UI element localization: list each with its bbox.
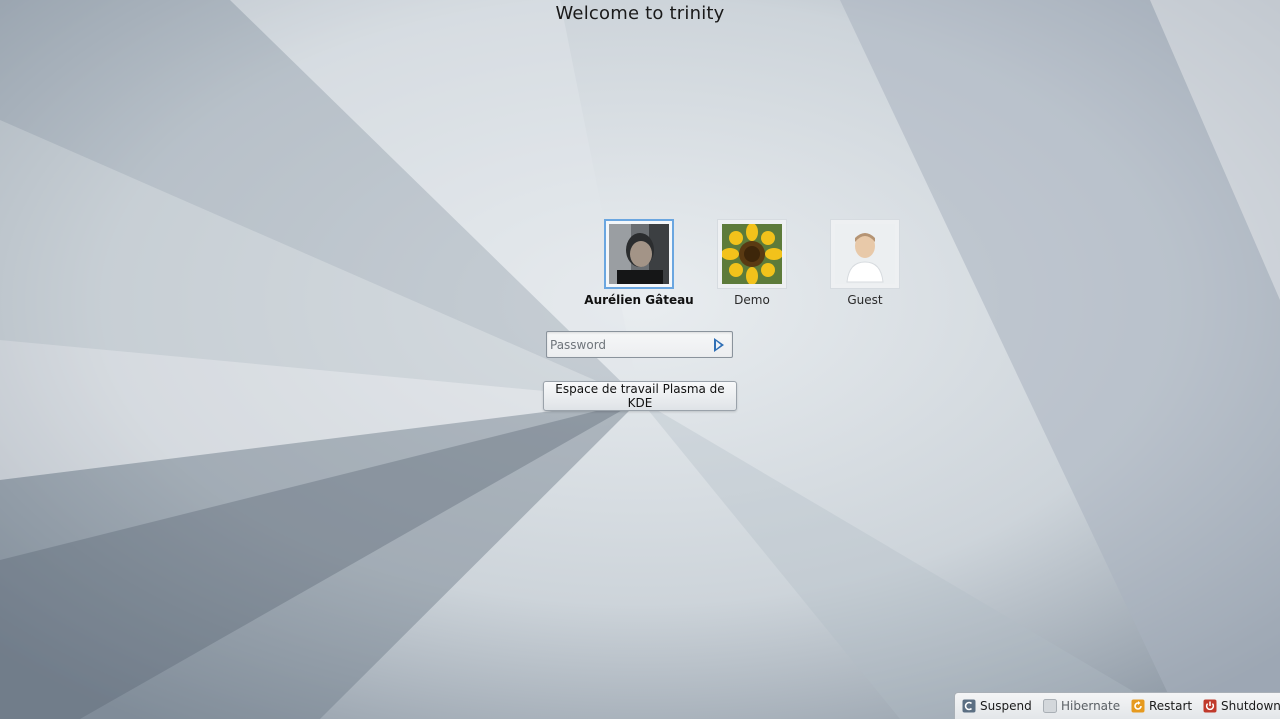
suspend-label: Suspend [980, 699, 1032, 713]
session-select-button[interactable]: Espace de travail Plasma de KDE [543, 381, 737, 411]
user-name-label: Guest [847, 293, 883, 307]
shutdown-icon [1203, 699, 1217, 713]
hibernate-button[interactable]: Hibernate [1043, 698, 1120, 714]
password-input[interactable] [550, 335, 705, 354]
user-demo[interactable]: Demo [696, 219, 808, 307]
shutdown-label: Shutdown [1221, 699, 1280, 713]
welcome-title: Welcome to trinity [555, 3, 725, 24]
restart-label: Restart [1149, 699, 1193, 713]
suspend-icon [962, 699, 976, 713]
login-arrow-icon[interactable] [712, 337, 726, 353]
power-bar: Suspend Hibernate Restart Shutdown [954, 692, 1280, 719]
password-field[interactable] [546, 331, 733, 358]
user-photo-icon [609, 224, 669, 284]
restart-icon [1131, 699, 1145, 713]
user-name-label: Aurélien Gâteau [584, 293, 694, 307]
shutdown-button[interactable]: Shutdown [1203, 698, 1280, 714]
user-guest[interactable]: Guest [809, 219, 921, 307]
user-aurelien[interactable]: Aurélien Gâteau [583, 219, 695, 307]
restart-button[interactable]: Restart [1131, 698, 1192, 714]
wallpaper [0, 0, 1280, 719]
user-avatar-frame[interactable] [830, 219, 900, 289]
default-avatar-icon [835, 224, 895, 284]
user-list: Aurélien Gâteau Demo Guest [583, 219, 923, 319]
hibernate-label: Hibernate [1061, 699, 1121, 713]
suspend-button[interactable]: Suspend [962, 698, 1032, 714]
user-name-label: Demo [734, 293, 770, 307]
user-avatar-frame[interactable] [604, 219, 674, 289]
sunflower-icon [722, 224, 782, 284]
user-avatar-frame[interactable] [717, 219, 787, 289]
hibernate-icon [1043, 699, 1057, 713]
